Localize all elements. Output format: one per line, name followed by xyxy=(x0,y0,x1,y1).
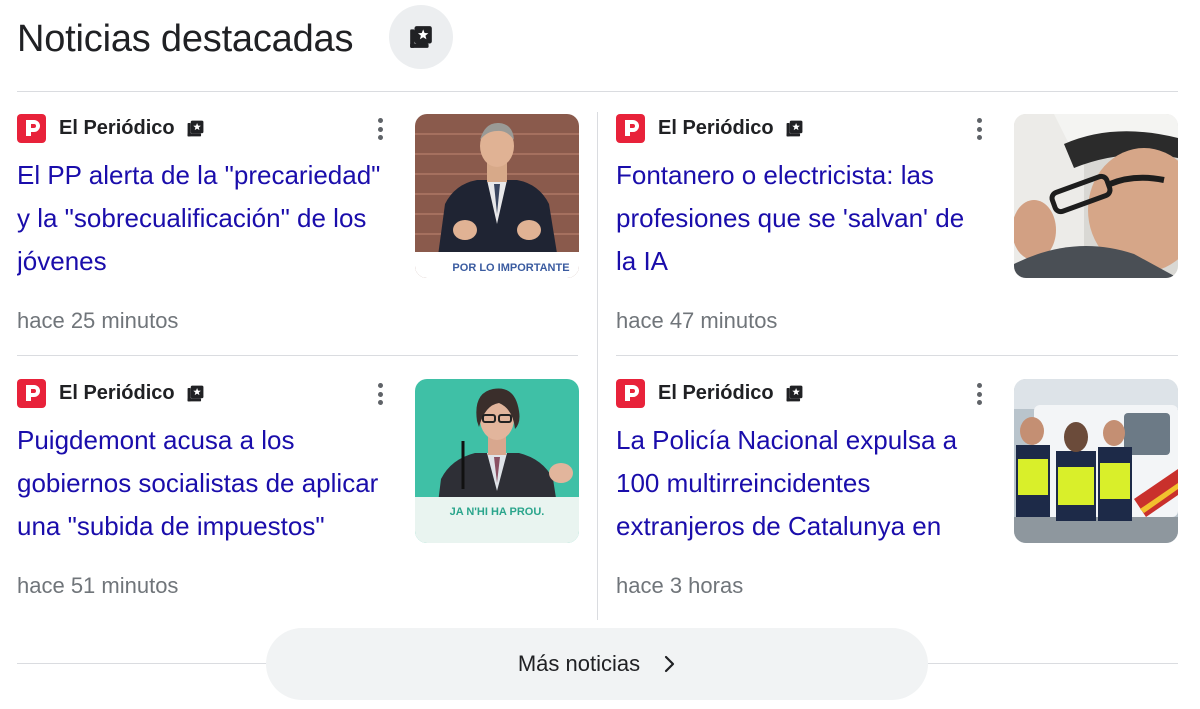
top-stories-module: Noticias destacadas El Periódico El PP a… xyxy=(0,0,1200,709)
more-options-icon[interactable] xyxy=(969,381,989,407)
article-headline[interactable]: El PP alerta de la "precariedad" y la "s… xyxy=(17,154,392,283)
source-logo-icon xyxy=(17,378,46,408)
article-headline[interactable]: Fontanero o electricista: las profesione… xyxy=(616,154,991,283)
footer-divider-left xyxy=(17,663,267,664)
source-logo-icon xyxy=(616,378,645,408)
more-options-icon[interactable] xyxy=(969,116,989,142)
article-time: hace 3 horas xyxy=(616,573,744,598)
source-name[interactable]: El Periódico xyxy=(59,382,175,405)
more-options-icon[interactable] xyxy=(370,381,390,407)
news-card[interactable]: El Periódico Fontanero o electricista: l… xyxy=(616,113,1178,354)
module-header: Noticias destacadas xyxy=(17,8,353,70)
source-row: El Periódico xyxy=(616,378,804,408)
more-news-button[interactable]: Más noticias xyxy=(266,628,928,700)
source-logo-icon xyxy=(17,113,46,143)
article-thumbnail[interactable]: POR LO IMPORTANTE xyxy=(415,114,579,278)
column-divider xyxy=(597,112,598,620)
row-divider-left xyxy=(17,355,578,356)
top-stories-mini-icon xyxy=(785,119,804,138)
source-name[interactable]: El Periódico xyxy=(59,117,175,140)
source-name[interactable]: El Periódico xyxy=(658,382,774,405)
source-logo-icon xyxy=(616,113,645,143)
article-time: hace 25 minutos xyxy=(17,308,179,333)
source-row: El Periódico xyxy=(17,378,205,408)
more-news-label: Más noticias xyxy=(517,651,641,676)
top-stories-icon xyxy=(410,26,432,48)
thumbnail-caption: POR LO IMPORTANTE xyxy=(452,262,569,274)
source-row: El Periódico xyxy=(17,113,205,143)
more-options-icon[interactable] xyxy=(370,116,390,142)
article-thumbnail[interactable] xyxy=(1014,114,1178,278)
article-time: hace 47 minutos xyxy=(616,308,778,333)
article-headline[interactable]: Puigdemont acusa a los gobiernos sociali… xyxy=(17,419,392,548)
chevron-right-icon xyxy=(665,655,675,673)
row-divider-right xyxy=(616,355,1178,356)
top-stories-mini-icon xyxy=(186,384,205,403)
article-thumbnail[interactable]: JA N'HI HA PROU. xyxy=(415,379,579,543)
article-thumbnail[interactable] xyxy=(1014,379,1178,543)
thumbnail-caption: JA N'HI HA PROU. xyxy=(450,506,545,518)
news-card[interactable]: El Periódico La Policía Nacional expulsa… xyxy=(616,378,1178,619)
header-divider xyxy=(17,91,1178,92)
top-stories-badge[interactable] xyxy=(389,5,453,69)
source-row: El Periódico xyxy=(616,113,804,143)
news-card[interactable]: El Periódico Puigdemont acusa a los gobi… xyxy=(17,378,579,619)
module-title: Noticias destacadas xyxy=(17,17,354,60)
article-headline[interactable]: La Policía Nacional expulsa a 100 multir… xyxy=(616,419,991,548)
article-time: hace 51 minutos xyxy=(17,573,179,598)
top-stories-mini-icon xyxy=(186,119,205,138)
footer-divider-right xyxy=(927,663,1178,664)
source-name[interactable]: El Periódico xyxy=(658,117,774,140)
top-stories-mini-icon xyxy=(785,384,804,403)
news-card[interactable]: El Periódico El PP alerta de la "precari… xyxy=(17,113,579,354)
